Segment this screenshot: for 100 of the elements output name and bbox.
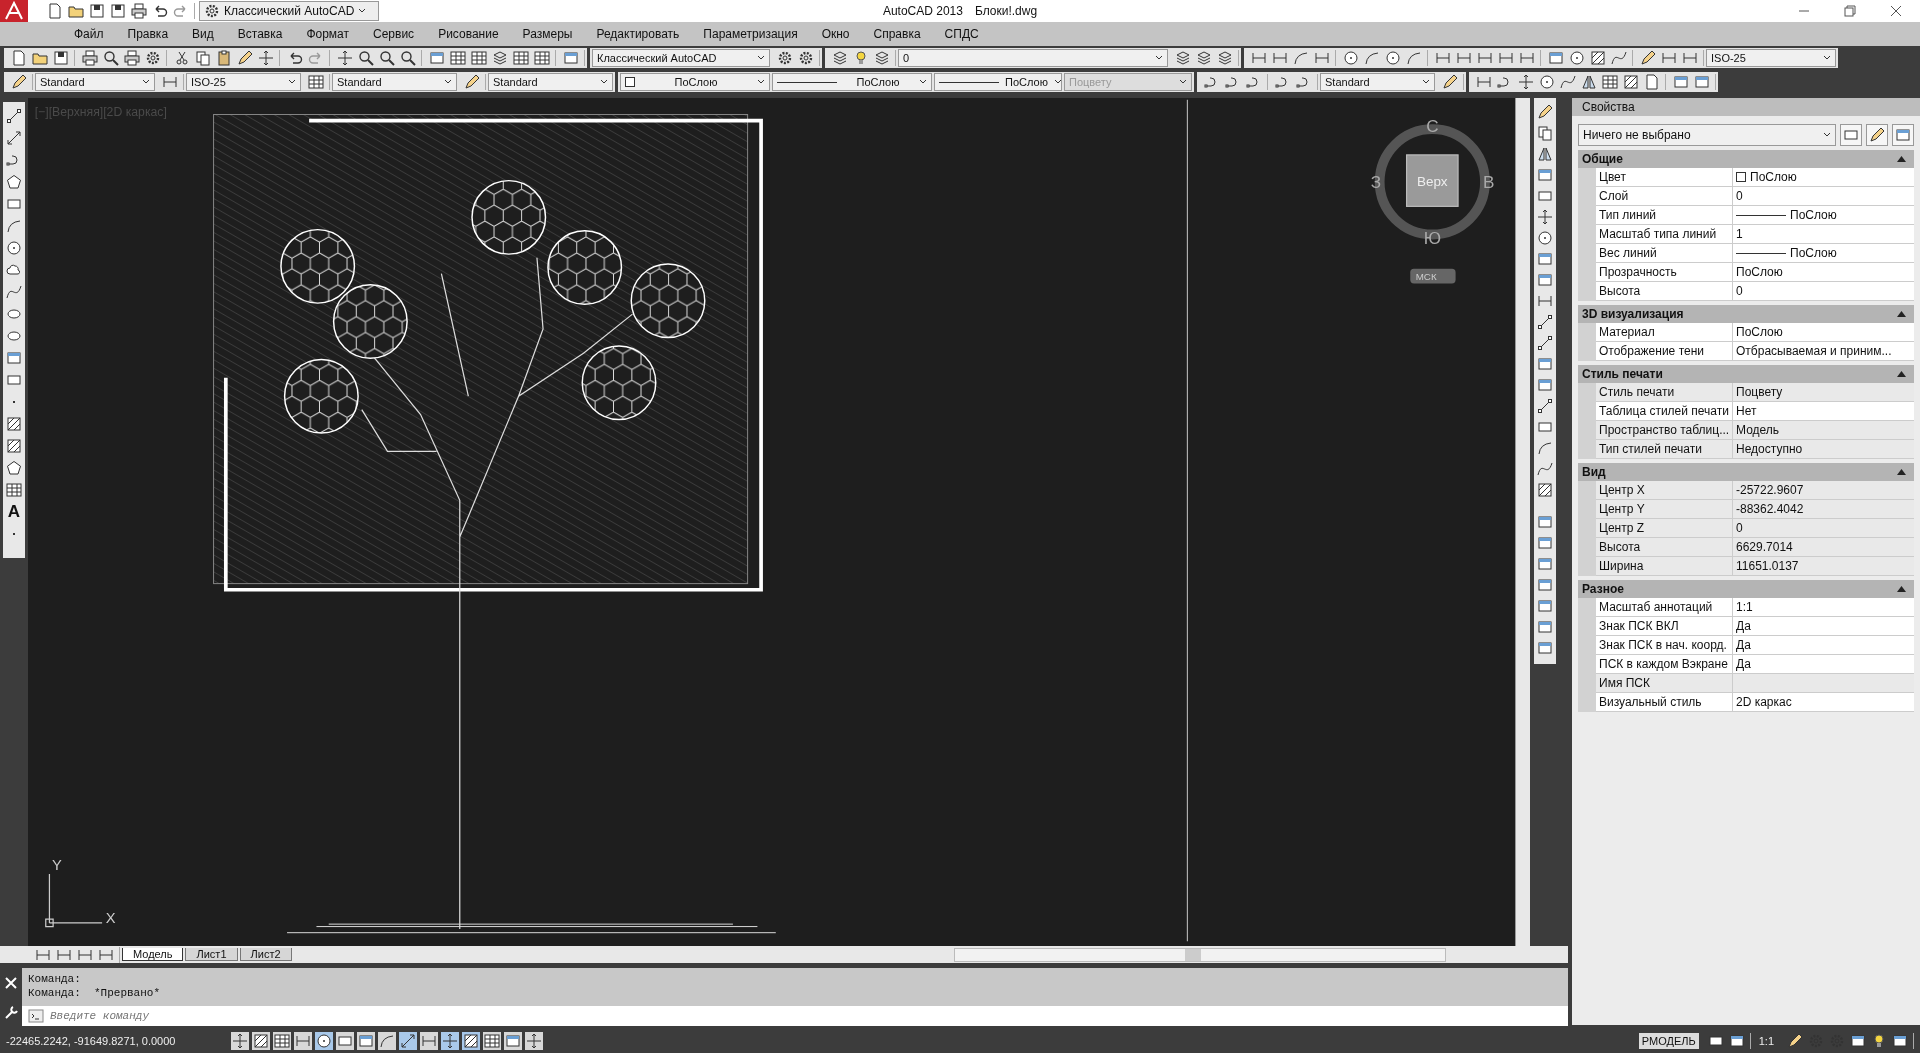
drafting-toggle[interactable]	[420, 1031, 438, 1050]
section-header[interactable]: Общие	[1578, 150, 1914, 168]
drafting-toggle[interactable]	[336, 1031, 354, 1050]
space-toggle[interactable]: РМОДЕЛЬ	[1638, 1032, 1699, 1049]
menu-item[interactable]: Окно	[809, 27, 862, 41]
drafting-toggle[interactable]	[399, 1031, 417, 1050]
property-value[interactable]: ПоСлою	[1733, 323, 1914, 342]
drafting-toggle[interactable]	[504, 1031, 522, 1050]
dropdown-caret-icon[interactable]	[288, 79, 296, 85]
collapse-arrow-icon[interactable]	[1897, 371, 1906, 377]
drafting-toggle[interactable]	[231, 1031, 249, 1050]
property-value[interactable]: Нет	[1733, 402, 1914, 421]
dropdown-caret-icon[interactable]	[142, 79, 150, 85]
property-value[interactable]: Да	[1733, 636, 1914, 655]
hatch-icon[interactable]	[1537, 482, 1553, 498]
magnifier-icon[interactable]	[379, 50, 395, 66]
style-dropdown[interactable]: ПоСлою	[772, 73, 932, 91]
table-icon[interactable]	[6, 482, 22, 498]
table-icon[interactable]	[1602, 74, 1618, 90]
property-value[interactable]: 2D каркас	[1733, 693, 1914, 712]
menu-item[interactable]: Справка	[861, 27, 933, 41]
folder-icon[interactable]	[68, 3, 84, 19]
drafting-toggle[interactable]	[252, 1031, 270, 1050]
dimension-icon[interactable]	[1682, 50, 1698, 66]
move-icon[interactable]	[337, 50, 353, 66]
style-dropdown[interactable]: ПоСлою	[934, 73, 1062, 91]
pencil-icon[interactable]	[11, 74, 27, 90]
move-icon[interactable]	[1518, 74, 1534, 90]
dimension-icon[interactable]	[1272, 50, 1288, 66]
folder-icon[interactable]	[32, 50, 48, 66]
dimension-icon[interactable]	[1251, 50, 1267, 66]
property-value[interactable]: Да	[1733, 655, 1914, 674]
drafting-toggle[interactable]	[357, 1031, 375, 1050]
arc-icon[interactable]	[1364, 50, 1380, 66]
style-dropdown[interactable]: Standard	[488, 73, 613, 91]
close-icon[interactable]	[3, 974, 19, 991]
layout-tab[interactable]: Модель	[122, 948, 184, 961]
property-value[interactable]: -25722.9607	[1733, 481, 1914, 500]
pencil-icon[interactable]	[1640, 50, 1656, 66]
spline-icon[interactable]	[1611, 50, 1627, 66]
layout-tab[interactable]: Лист1	[185, 948, 238, 961]
property-value[interactable]: ПоСлою	[1733, 244, 1914, 263]
dimension-icon[interactable]	[1519, 50, 1535, 66]
pencil-icon[interactable]	[464, 74, 480, 90]
spline-icon[interactable]	[1537, 461, 1553, 477]
dropdown-caret-icon[interactable]	[1823, 55, 1831, 61]
dimension-icon[interactable]	[1314, 50, 1330, 66]
dimension-icon[interactable]	[1661, 50, 1677, 66]
annotation-scale[interactable]: 1:1	[1754, 1034, 1778, 1047]
property-value[interactable]: ПоСлою	[1733, 263, 1914, 282]
circle-icon[interactable]	[1539, 74, 1555, 90]
property-value[interactable]: 6629.7014	[1733, 538, 1914, 557]
scissors-icon[interactable]	[174, 50, 190, 66]
table-icon[interactable]	[450, 50, 466, 66]
property-value[interactable]: 1:1	[1733, 598, 1914, 617]
collapse-arrow-icon[interactable]	[1897, 586, 1906, 592]
collapse-arrow-icon[interactable]	[1897, 156, 1906, 162]
mirror-icon[interactable]	[1537, 146, 1553, 162]
style-dropdown[interactable]: Standard	[35, 73, 155, 91]
magnifier-icon[interactable]	[358, 50, 374, 66]
dropdown-caret-icon[interactable]	[1422, 79, 1430, 85]
style-dropdown[interactable]: 0	[898, 49, 1168, 67]
hatch-icon[interactable]	[6, 438, 22, 454]
arc-icon[interactable]	[6, 218, 22, 234]
menu-item[interactable]: Вид	[180, 27, 226, 41]
save-icon[interactable]	[110, 3, 126, 19]
menu-item[interactable]: Рисование	[426, 27, 511, 41]
menu-item[interactable]: Формат	[294, 27, 362, 41]
gear-icon[interactable]	[204, 3, 220, 19]
wrench-icon[interactable]	[3, 1003, 19, 1020]
dropdown-caret-icon[interactable]	[757, 55, 765, 61]
printer-icon[interactable]	[82, 50, 98, 66]
pencil-icon[interactable]	[237, 50, 253, 66]
property-value[interactable]: 0	[1733, 282, 1914, 301]
layers-icon[interactable]	[832, 50, 848, 66]
layers-icon[interactable]	[874, 50, 890, 66]
layout-tab[interactable]: Лист2	[239, 948, 292, 961]
printer-icon[interactable]	[131, 3, 147, 19]
dimension-icon[interactable]	[1435, 50, 1451, 66]
property-value[interactable]: Модель	[1733, 421, 1914, 440]
selection-dropdown[interactable]: Ничего не выбрано	[1578, 124, 1836, 146]
spline-icon[interactable]	[1560, 74, 1576, 90]
magnifier-icon[interactable]	[103, 50, 119, 66]
move-icon[interactable]	[258, 50, 274, 66]
hatch-icon[interactable]	[1590, 50, 1606, 66]
table-icon[interactable]	[471, 50, 487, 66]
pentagon-icon[interactable]	[6, 174, 22, 190]
dropdown-caret-icon[interactable]	[444, 79, 452, 85]
dropdown-caret-icon[interactable]	[757, 79, 765, 85]
property-value[interactable]: -88362.4042	[1733, 500, 1914, 519]
arrow-line-icon[interactable]	[6, 130, 22, 146]
hatch-icon[interactable]	[6, 416, 22, 432]
property-value[interactable]: Поцвету	[1733, 383, 1914, 402]
property-value[interactable]: Отбрасываемая и приним...	[1733, 342, 1914, 361]
dropdown-caret-icon[interactable]	[1053, 79, 1062, 85]
drafting-toggle[interactable]	[462, 1031, 480, 1050]
property-value[interactable]: 0	[1733, 519, 1914, 538]
property-value[interactable]: ПоСлою	[1733, 206, 1914, 225]
dimension-icon[interactable]	[1537, 293, 1553, 309]
circle-icon[interactable]	[1569, 50, 1585, 66]
